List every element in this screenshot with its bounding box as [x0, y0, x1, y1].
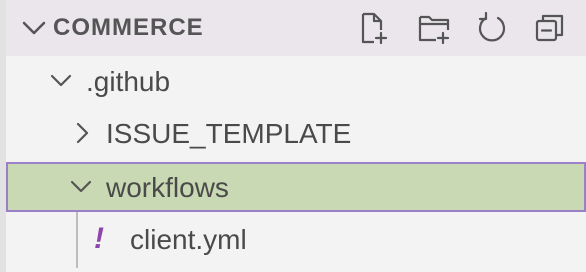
tree-item-label: ISSUE_TEMPLATE — [106, 118, 352, 149]
tree-item-workflows[interactable]: workflows — [6, 162, 586, 212]
chevron-down-icon[interactable] — [66, 172, 96, 202]
tree-item-label: workflows — [106, 172, 229, 203]
refresh-button[interactable] — [474, 10, 510, 46]
new-file-button[interactable] — [354, 10, 390, 46]
section-title: COMMERCE — [53, 14, 204, 41]
chevron-right-icon[interactable] — [68, 118, 98, 148]
refresh-icon — [478, 11, 506, 42]
new-folder-icon — [418, 15, 450, 45]
tree-item-issue-template[interactable]: ISSUE_TEMPLATE — [6, 108, 586, 160]
new-file-icon — [361, 12, 388, 45]
tree-item-label: client.yml — [130, 224, 247, 255]
explorer-section-header[interactable]: COMMERCE — [6, 0, 586, 56]
new-folder-button[interactable] — [416, 10, 452, 46]
chevron-down-icon[interactable] — [18, 12, 50, 44]
chevron-down-icon[interactable] — [46, 66, 76, 96]
tree-item-client-yml[interactable]: ! client.yml — [6, 214, 586, 266]
collapse-all-icon — [535, 14, 564, 42]
yaml-file-icon: ! — [94, 222, 104, 255]
tree-item-label: .github — [86, 66, 171, 97]
collapse-all-button[interactable] — [532, 10, 568, 46]
tree-item-github[interactable]: .github — [6, 56, 586, 108]
file-explorer: COMMERCE .github ISSUE_TEMPLATE workflow… — [0, 0, 586, 272]
